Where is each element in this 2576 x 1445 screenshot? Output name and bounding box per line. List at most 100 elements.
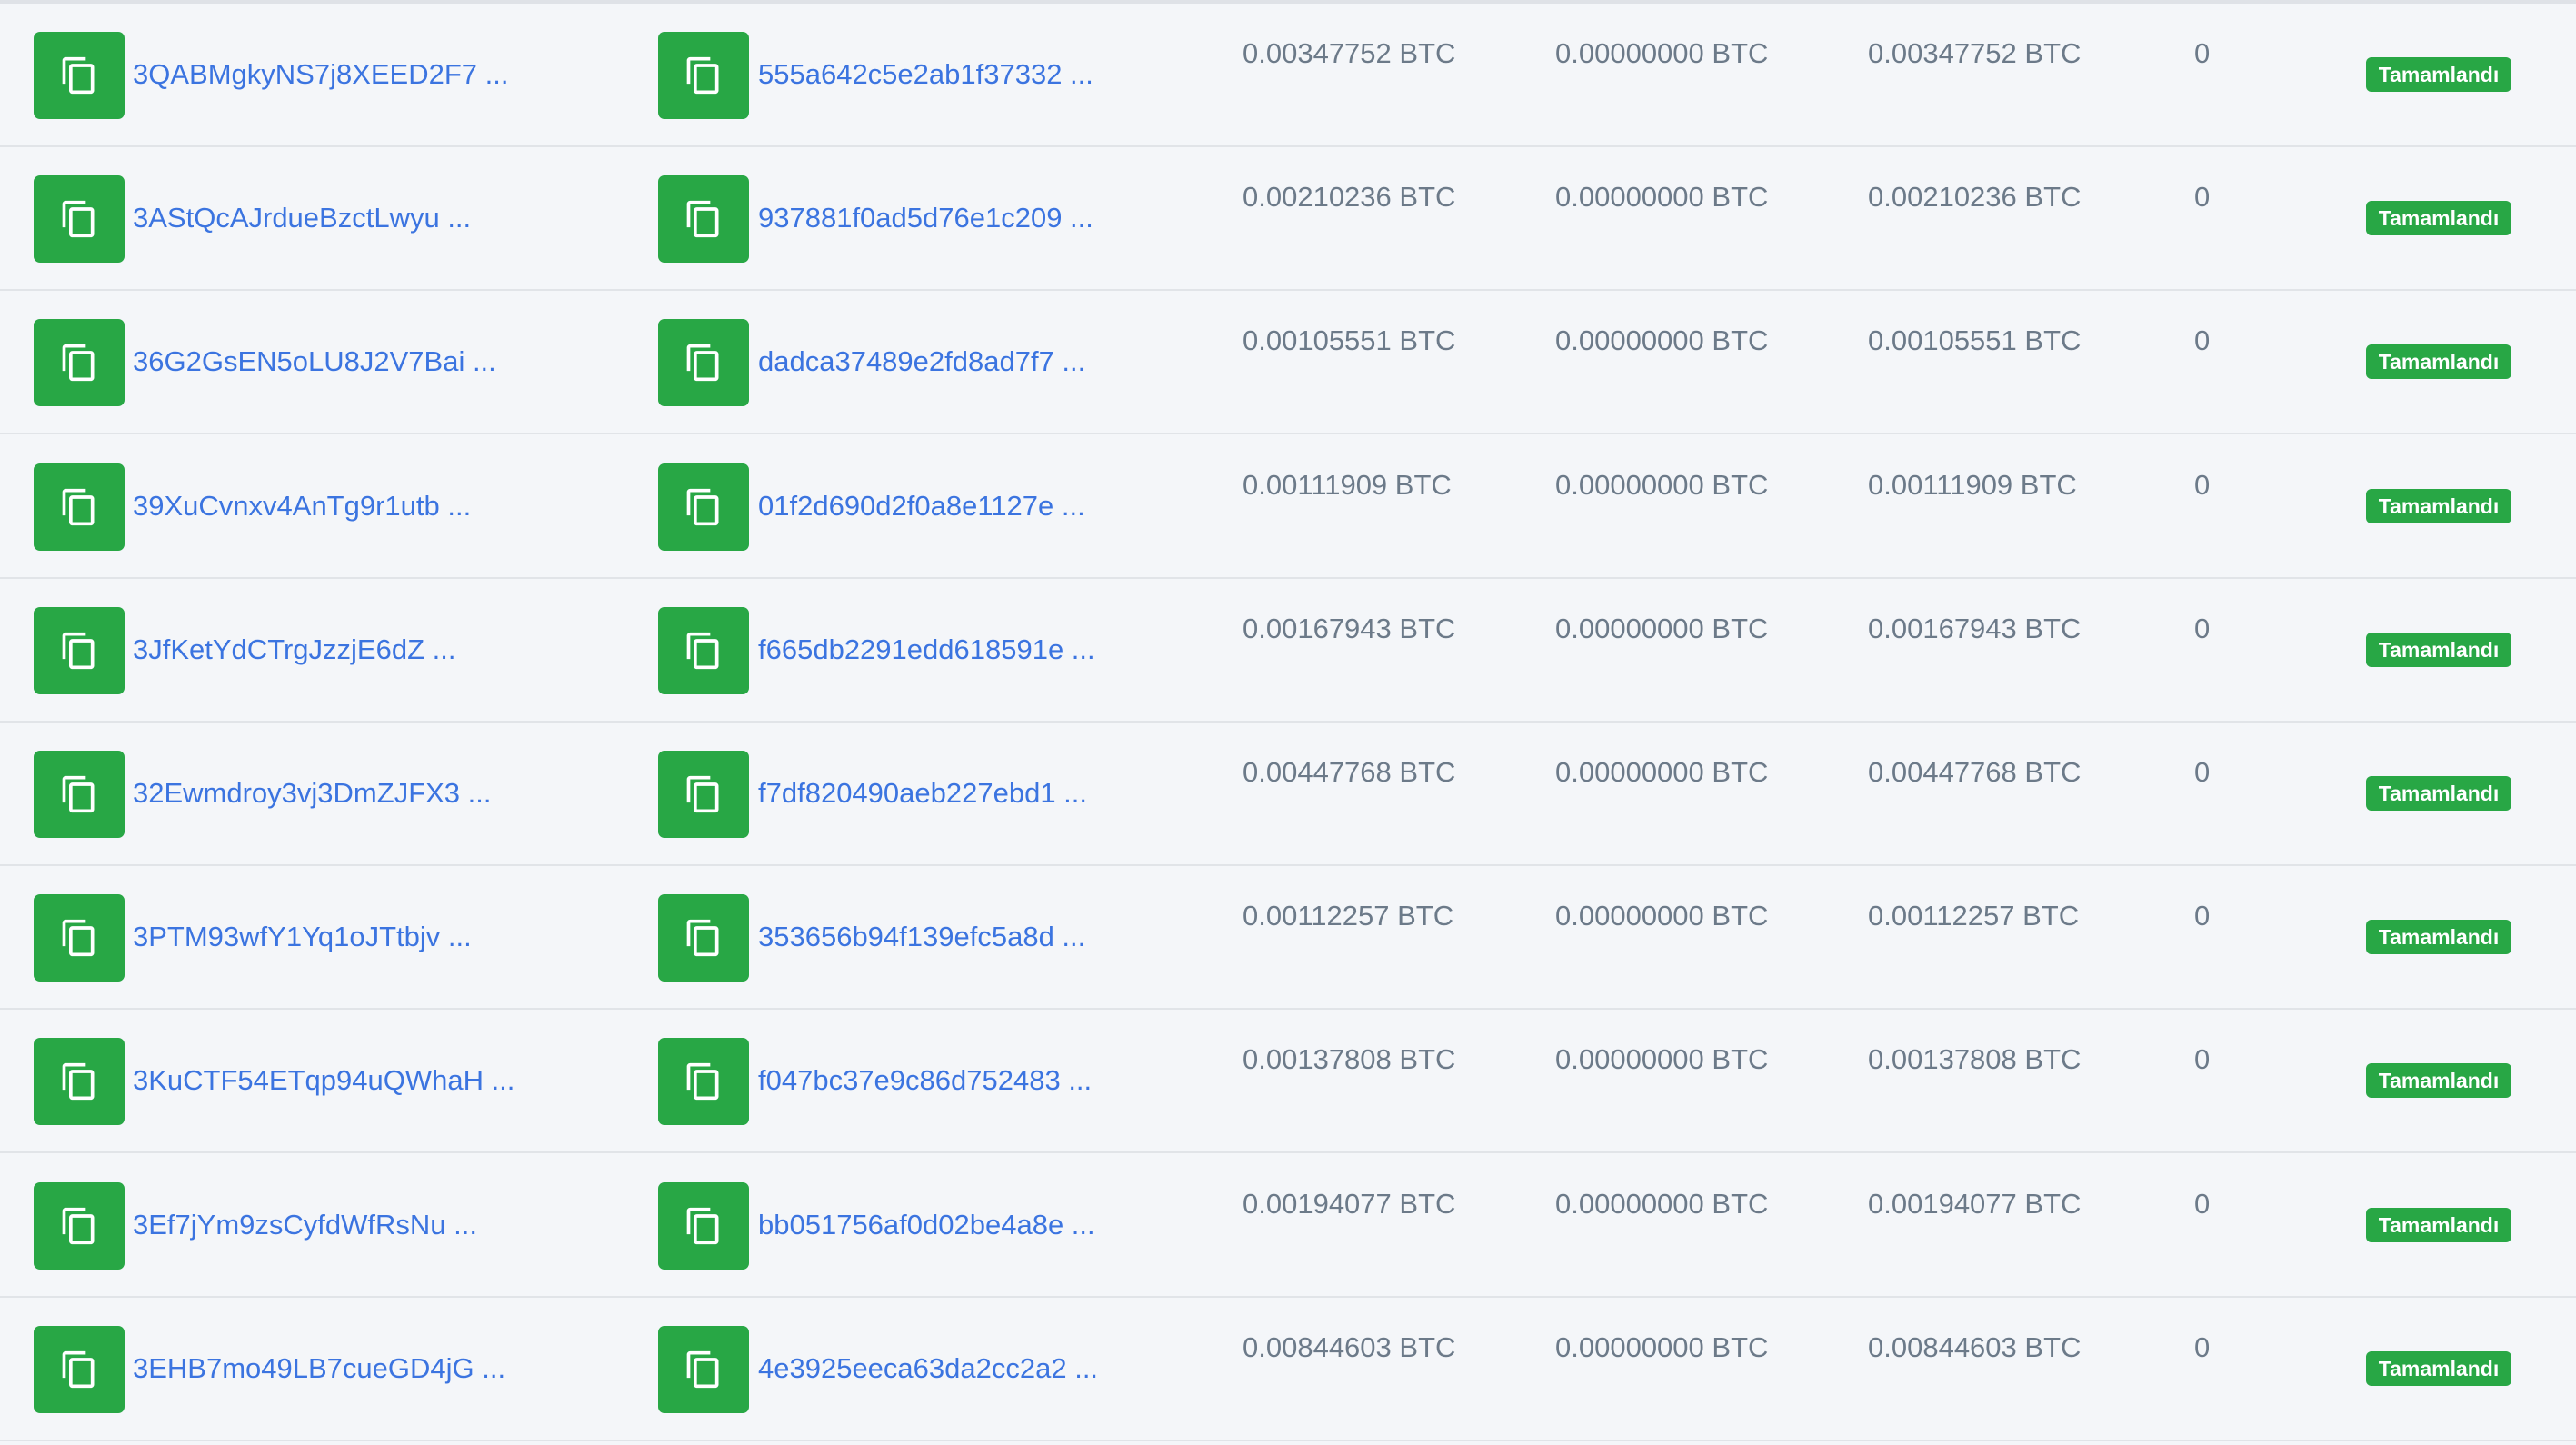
tx-hash-link[interactable]: f7df820490aeb227ebd1 ...: [758, 775, 1087, 812]
amount-cell: 0.00210236 BTC: [1243, 181, 1456, 213]
address-link[interactable]: 3JfKetYdCTrgJzzjE6dZ ...: [133, 632, 455, 668]
total-cell: 0.00112257 BTC: [1868, 900, 2080, 932]
status-badge: Tamamlandı: [2366, 633, 2511, 667]
copy-icon: [62, 919, 95, 957]
copy-tx-hash-button[interactable]: [658, 32, 749, 119]
address-link[interactable]: 3PTM93wfY1Yq1oJTtbjv ...: [133, 919, 472, 955]
confirmations-cell: 0: [2194, 37, 2211, 69]
address-link[interactable]: 36G2GsEN5oLU8J2V7Bai ...: [133, 344, 496, 380]
copy-icon: [686, 200, 719, 238]
table-row: 36G2GsEN5oLU8J2V7Bai ... dadca37489e2fd8…: [0, 291, 2576, 434]
tx-hash-link[interactable]: 555a642c5e2ab1f37332 ...: [758, 56, 1093, 93]
confirmations-cell: 0: [2194, 1331, 2211, 1363]
tx-hash-link[interactable]: bb051756af0d02be4a8e ...: [758, 1207, 1095, 1243]
confirmations-cell: 0: [2194, 469, 2211, 501]
confirmations-cell: 0: [2194, 324, 2211, 356]
tx-hash-link[interactable]: f047bc37e9c86d752483 ...: [758, 1062, 1092, 1099]
tx-hash-link[interactable]: 937881f0ad5d76e1c209 ...: [758, 200, 1093, 236]
copy-icon: [62, 775, 95, 813]
transactions-table: 3QABMgkyNS7j8XEED2F7 ... 555a642c5e2ab1f…: [0, 0, 2576, 1445]
table-row: 3QABMgkyNS7j8XEED2F7 ... 555a642c5e2ab1f…: [0, 4, 2576, 147]
copy-icon: [62, 344, 95, 382]
copy-icon: [686, 1062, 719, 1101]
total-cell: 0.00105551 BTC: [1868, 324, 2082, 356]
copy-icon: [62, 1350, 95, 1389]
copy-tx-hash-button[interactable]: [658, 175, 749, 263]
status-badge: Tamamlandı: [2366, 57, 2511, 92]
address-link[interactable]: 3KuCTF54ETqp94uQWhaH ...: [133, 1062, 514, 1099]
status-badge: Tamamlandı: [2366, 920, 2511, 954]
copy-icon: [686, 919, 719, 957]
status-badge: Tamamlandı: [2366, 489, 2511, 523]
address-link[interactable]: 3EHB7mo49LB7cueGD4jG ...: [133, 1350, 505, 1387]
copy-address-button[interactable]: [34, 175, 125, 263]
table-row: 3JfKetYdCTrgJzzjE6dZ ... f665db2291edd61…: [0, 579, 2576, 722]
amount-cell: 0.00194077 BTC: [1243, 1188, 1456, 1220]
table-row: 39XuCvnxv4AnTg9r1utb ... 01f2d690d2f0a8e…: [0, 435, 2576, 579]
address-link[interactable]: 32Ewmdroy3vj3DmZJFX3 ...: [133, 775, 492, 812]
amount-cell: 0.00167943 BTC: [1243, 613, 1456, 644]
total-cell: 0.00447768 BTC: [1868, 756, 2082, 788]
copy-address-button[interactable]: [34, 319, 125, 406]
confirmations-cell: 0: [2194, 1188, 2211, 1220]
copy-tx-hash-button[interactable]: [658, 1182, 749, 1270]
total-cell: 0.00210236 BTC: [1868, 181, 2082, 213]
fee-cell: 0.00000000 BTC: [1555, 469, 1769, 501]
confirmations-cell: 0: [2194, 900, 2211, 932]
copy-tx-hash-button[interactable]: [658, 1326, 749, 1413]
copy-address-button[interactable]: [34, 751, 125, 838]
copy-address-button[interactable]: [34, 32, 125, 119]
address-link[interactable]: 3AStQcAJrdueBzctLwyu ...: [133, 200, 471, 236]
copy-tx-hash-button[interactable]: [658, 319, 749, 406]
fee-cell: 0.00000000 BTC: [1555, 1331, 1769, 1363]
fee-cell: 0.00000000 BTC: [1555, 324, 1769, 356]
copy-tx-hash-button[interactable]: [658, 463, 749, 551]
copy-icon: [686, 1350, 719, 1389]
copy-icon: [686, 1207, 719, 1245]
table-row: 3Ef7jYm9zsCyfdWfRsNu ... bb051756af0d02b…: [0, 1154, 2576, 1298]
copy-icon: [62, 488, 95, 526]
confirmations-cell: 0: [2194, 613, 2211, 644]
copy-tx-hash-button[interactable]: [658, 894, 749, 982]
tx-hash-link[interactable]: 353656b94f139efc5a8d ...: [758, 919, 1085, 955]
fee-cell: 0.00000000 BTC: [1555, 900, 1769, 932]
amount-cell: 0.00105551 BTC: [1243, 324, 1456, 356]
copy-address-button[interactable]: [34, 463, 125, 551]
copy-tx-hash-button[interactable]: [658, 607, 749, 694]
copy-address-button[interactable]: [34, 1326, 125, 1413]
total-cell: 0.00347752 BTC: [1868, 37, 2082, 69]
copy-address-button[interactable]: [34, 1182, 125, 1270]
status-badge: Tamamlandı: [2366, 1208, 2511, 1242]
total-cell: 0.00167943 BTC: [1868, 613, 2082, 644]
tx-hash-link[interactable]: dadca37489e2fd8ad7f7 ...: [758, 344, 1085, 380]
confirmations-cell: 0: [2194, 1043, 2211, 1075]
copy-tx-hash-button[interactable]: [658, 1038, 749, 1125]
tx-hash-link[interactable]: f665db2291edd618591e ...: [758, 632, 1095, 668]
copy-address-button[interactable]: [34, 607, 125, 694]
tx-hash-link[interactable]: 01f2d690d2f0a8e1127e ...: [758, 488, 1085, 524]
total-cell: 0.00111909 BTC: [1868, 469, 2077, 501]
address-link[interactable]: 3Ef7jYm9zsCyfdWfRsNu ...: [133, 1207, 477, 1243]
status-badge: Tamamlandı: [2366, 1351, 2511, 1386]
fee-cell: 0.00000000 BTC: [1555, 756, 1769, 788]
copy-icon: [686, 56, 719, 95]
copy-icon: [62, 1207, 95, 1245]
amount-cell: 0.00447768 BTC: [1243, 756, 1456, 788]
copy-icon: [686, 775, 719, 813]
amount-cell: 0.00112257 BTC: [1243, 900, 1454, 932]
address-link[interactable]: 3QABMgkyNS7j8XEED2F7 ...: [133, 56, 509, 93]
fee-cell: 0.00000000 BTC: [1555, 1188, 1769, 1220]
address-link[interactable]: 39XuCvnxv4AnTg9r1utb ...: [133, 488, 471, 524]
amount-cell: 0.00347752 BTC: [1243, 37, 1456, 69]
copy-address-button[interactable]: [34, 894, 125, 982]
table-row: 3EHB7mo49LB7cueGD4jG ... 4e3925eeca63da2…: [0, 1298, 2576, 1441]
copy-tx-hash-button[interactable]: [658, 751, 749, 838]
total-cell: 0.00137808 BTC: [1868, 1043, 2082, 1075]
copy-address-button[interactable]: [34, 1038, 125, 1125]
confirmations-cell: 0: [2194, 756, 2211, 788]
amount-cell: 0.00844603 BTC: [1243, 1331, 1456, 1363]
status-badge: Tamamlandı: [2366, 776, 2511, 811]
table-row: 3PTM93wfY1Yq1oJTtbjv ... 353656b94f139ef…: [0, 866, 2576, 1010]
tx-hash-link[interactable]: 4e3925eeca63da2cc2a2 ...: [758, 1350, 1098, 1387]
fee-cell: 0.00000000 BTC: [1555, 1043, 1769, 1075]
